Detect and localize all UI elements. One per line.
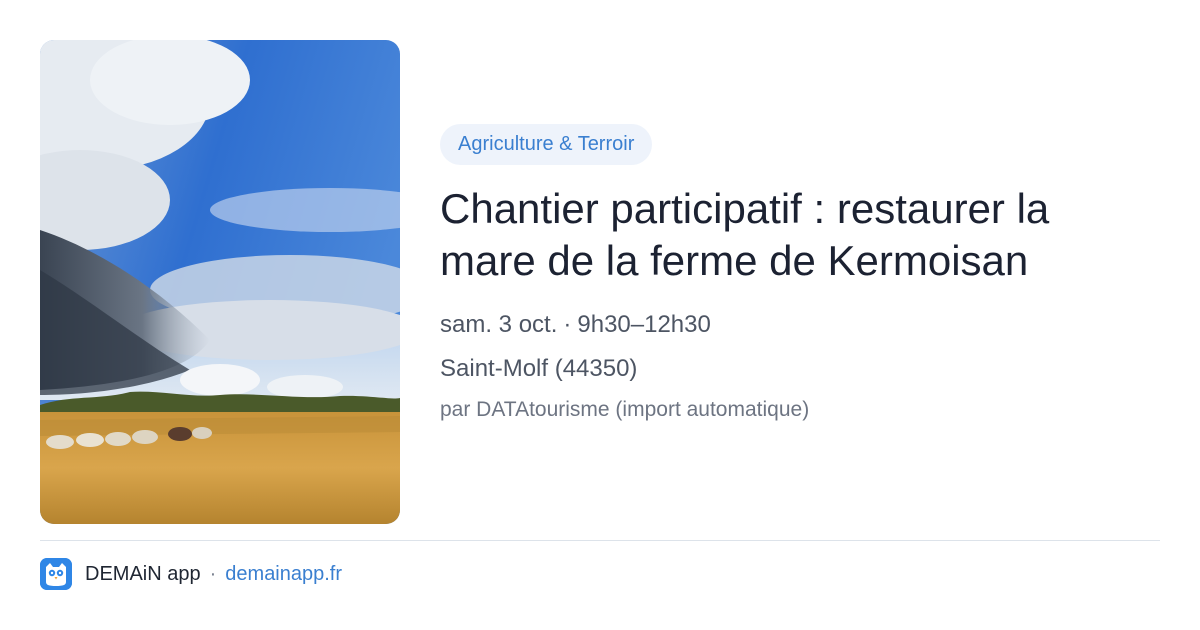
footer: DEMAiN app · demainapp.fr	[40, 558, 342, 590]
owl-logo-icon	[40, 558, 72, 590]
event-title[interactable]: Chantier participatif : restaurer la mar…	[440, 183, 1140, 287]
event-date: sam. 3 oct.	[440, 311, 558, 338]
event-datetime: sam. 3 oct. · 9h30–12h30	[440, 309, 1160, 341]
app-name: DEMAiN app	[85, 562, 201, 585]
category-badge[interactable]: Agriculture & Terroir	[440, 124, 653, 165]
meta-separator: ·	[563, 311, 572, 338]
event-location: Saint-Molf (44350)	[440, 355, 638, 382]
landscape-image	[40, 40, 400, 524]
event-time: 9h30–12h30	[577, 311, 711, 338]
event-details: Agriculture & Terroir Chantier participa…	[440, 124, 1160, 425]
site-link[interactable]: demainapp.fr	[225, 563, 342, 586]
event-photo[interactable]	[40, 40, 400, 524]
footer-separator: ·	[209, 562, 217, 585]
footer-divider	[40, 540, 1160, 541]
event-source: par DATAtourisme (import automatique)	[440, 398, 810, 421]
